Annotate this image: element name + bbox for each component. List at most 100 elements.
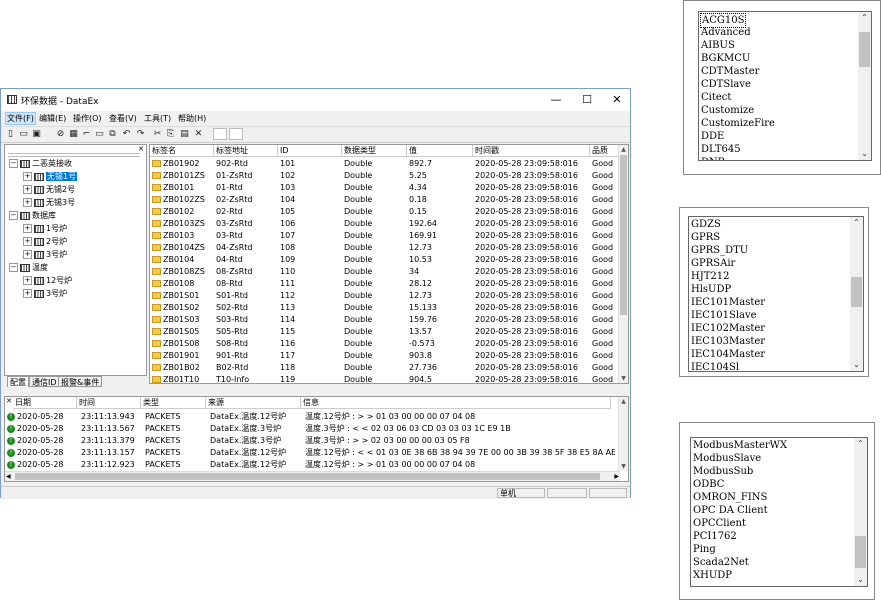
column-header[interactable]: ID [278, 145, 342, 157]
table-row[interactable]: ZB0103ZS 03-ZsRtd 106 Double 192.64 2020-05-2… [150, 218, 620, 230]
driver-list-item[interactable]: ModbusSub [693, 465, 753, 478]
expand-icon[interactable]: + [23, 198, 32, 207]
save-icon[interactable]: ▣ [31, 129, 42, 139]
driver-list-item[interactable]: BGKMCU [701, 52, 750, 65]
column-header[interactable]: 品质 [590, 145, 620, 157]
driver-list-item[interactable]: GPRSAir [691, 257, 735, 270]
scroll-down-icon[interactable]: ⌄ [858, 148, 871, 160]
scroll-up-icon[interactable]: ⌃ [858, 12, 871, 24]
driver-list-item[interactable]: DNP [701, 156, 725, 160]
menu-help[interactable]: 帮助(H) [178, 113, 206, 124]
table-row[interactable]: ZB01S02 S02-Rtd 113 Double 15.133 2020-05-28 … [150, 302, 620, 314]
paste-icon[interactable]: ▤ [179, 129, 190, 139]
driver-list-item[interactable]: Scada2Net [693, 556, 749, 569]
driver-list-item[interactable]: Customize [701, 104, 754, 117]
log-column-header[interactable]: 信息 [301, 397, 611, 409]
menu-operate[interactable]: 操作(O) [73, 113, 102, 124]
table-row[interactable]: ZB0101 01-Rtd 103 Double 4.34 2020-05-28 23:0… [150, 182, 620, 194]
driver-list-item[interactable]: Ping [693, 543, 716, 556]
scroll-up-icon[interactable]: ⌃ [854, 438, 867, 450]
log-scrollbar[interactable]: ▲ ▼ [618, 397, 628, 471]
driver-list-item[interactable]: GPRS_DTU [691, 244, 748, 257]
log-column-header[interactable]: 来源 [206, 397, 301, 409]
driver-list-item[interactable]: DLT645 [701, 143, 741, 156]
table-row[interactable]: ZB0101ZS 01-ZsRtd 102 Double 5.25 2020-05-28 … [150, 170, 620, 182]
column-header[interactable]: 标签地址 [214, 145, 278, 157]
log-row[interactable]: ! 2020-05-28 23:11:13.379 PACKETS DataEx.温度.… [5, 435, 617, 447]
expand-icon[interactable]: + [23, 172, 32, 181]
driver-list-item[interactable]: HlsUDP [691, 283, 731, 296]
menu-view[interactable]: 查看(V) [109, 113, 137, 124]
table-row[interactable]: ZB01S03 S03-Rtd 114 Double 159.76 2020-05-28 … [150, 314, 620, 326]
driver-list-item[interactable]: Citect [701, 91, 731, 104]
driver-list-2[interactable]: GDZS GPRS GPRS_DTU GPRSAir HJT212 HlsUDP IEC10… [688, 216, 864, 372]
scroll-down-icon[interactable]: ⌄ [854, 574, 867, 586]
table-row[interactable]: ZB01S01 S01-Rtd 112 Double 12.73 2020-05-28 2… [150, 290, 620, 302]
table-row[interactable]: ZB01S05 S05-Rtd 115 Double 13.57 2020-05-28 2… [150, 326, 620, 338]
driver-list-item[interactable]: IEC101Slave [691, 309, 757, 322]
toolbar-field-1[interactable] [213, 128, 227, 140]
driver-list-1-scrollbar[interactable]: ⌃ ⌄ [858, 12, 871, 160]
tab-alarm-event[interactable]: 报警&事件 [58, 376, 103, 387]
tree-item-furnace3[interactable]: +3号炉 [23, 249, 67, 261]
driver-list-item[interactable]: HJT212 [691, 270, 730, 283]
log-row[interactable]: ! 2020-05-28 23:11:12.923 PACKETS DataEx.温度.… [5, 459, 617, 471]
table-row[interactable]: ZB01B02 B02-Rtd 118 Double 27.736 2020-05-28 … [150, 362, 620, 374]
log-hscrollbar[interactable]: ◀ ▶ [5, 471, 620, 481]
cut-icon[interactable]: ✂ [152, 129, 163, 139]
open-icon[interactable]: ▭ [18, 129, 29, 139]
driver-list-3[interactable]: ModbusMasterWX ModbusSlave ModbusSub ODBC OM… [690, 437, 868, 587]
log-column-header[interactable]: 类型 [141, 397, 206, 409]
collapse-icon[interactable]: − [9, 263, 18, 272]
log-row[interactable]: ! 2020-05-28 23:11:13.567 PACKETS DataEx.温度.… [5, 423, 617, 435]
scroll-down-icon[interactable]: ⌄ [850, 359, 863, 371]
driver-list-item[interactable]: OMRON_FINS [693, 491, 767, 504]
expand-icon[interactable]: + [23, 237, 32, 246]
tree-group-dioxin[interactable]: − 二恶英接收 [9, 158, 72, 170]
driver-list-item[interactable]: IEC101Master [691, 296, 765, 309]
title-bar[interactable]: 环保数据 - DataEx — ☐ ✕ [1, 89, 630, 111]
scroll-down-icon[interactable]: ▼ [619, 374, 628, 383]
tab-comm-id[interactable]: 通信ID [29, 376, 60, 387]
driver-list-item[interactable]: GDZS [691, 218, 721, 231]
column-header[interactable]: 数据类型 [342, 145, 407, 157]
tree-item-wuxi3[interactable]: + 无锡3号 [23, 197, 75, 209]
menu-tools[interactable]: 工具(T) [144, 113, 171, 124]
driver-list-item[interactable]: OPCClient [693, 517, 746, 530]
driver-list-item[interactable]: XHUDP [693, 569, 732, 582]
log-row[interactable]: ! 2020-05-28 23:11:13.943 PACKETS DataEx.温度.… [5, 411, 617, 423]
driver-list-item[interactable]: CDTMaster [701, 65, 759, 78]
copy-icon[interactable]: ⎘ [165, 129, 176, 139]
minimize-button[interactable]: — [543, 92, 569, 108]
link-icon[interactable]: ⊘ [55, 129, 66, 139]
expand-icon[interactable]: + [23, 224, 32, 233]
tree-item-furnace12[interactable]: +12号炉 [23, 275, 72, 287]
close-button[interactable]: ✕ [604, 92, 630, 108]
undo-icon[interactable]: ↶ [121, 129, 132, 139]
driver-list-2-scrollbar[interactable]: ⌃ ⌄ [850, 217, 863, 371]
table-row[interactable]: ZB01901 901-Rtd 117 Double 903.8 2020-05-28 2… [150, 350, 620, 362]
log-close-icon[interactable]: ✕ [6, 397, 12, 405]
table-row[interactable]: ZB01902 902-Rtd 101 Double 892.7 2020-05-28 2… [150, 158, 620, 170]
table-row[interactable]: ZB0104ZS 04-ZsRtd 108 Double 12.73 2020-05-28… [150, 242, 620, 254]
table-row[interactable]: ZB0102ZS 02-ZsRtd 104 Double 0.18 2020-05-28 … [150, 194, 620, 206]
scroll-up-icon[interactable]: ⌃ [850, 217, 863, 229]
driver-list-item[interactable]: PCI1762 [693, 530, 737, 543]
driver-list-item[interactable]: CustomizeFire [701, 117, 775, 130]
scroll-up-icon[interactable]: ▲ [619, 145, 628, 154]
driver-list-item[interactable]: IEC103Master [691, 335, 765, 348]
driver-list-item[interactable]: ModbusSlave [693, 452, 761, 465]
log-column-header[interactable]: 时间 [77, 397, 141, 409]
panel-close-icon[interactable]: ✕ [138, 145, 144, 153]
expand-icon[interactable]: + [23, 250, 32, 259]
new-icon[interactable]: ▯ [5, 129, 16, 139]
driver-list-item[interactable]: AIBUS [701, 39, 735, 52]
tree-item-wuxi1[interactable]: + 无锡1号 [23, 171, 78, 183]
tab-config[interactable]: 配置 [7, 376, 29, 387]
driver-list-item[interactable]: ModbusMasterWX [693, 439, 787, 452]
menu-file[interactable]: 文件(F) [5, 112, 36, 125]
driver-list-1[interactable]: ACG10S Advanced AIBUS BGKMCU CDTMaster CDTSla… [698, 11, 872, 161]
scroll-up-icon[interactable]: ▲ [619, 397, 628, 406]
collapse-icon[interactable]: − [9, 211, 18, 220]
tag-table-scrollbar[interactable]: ▲ ▼ [618, 145, 628, 383]
